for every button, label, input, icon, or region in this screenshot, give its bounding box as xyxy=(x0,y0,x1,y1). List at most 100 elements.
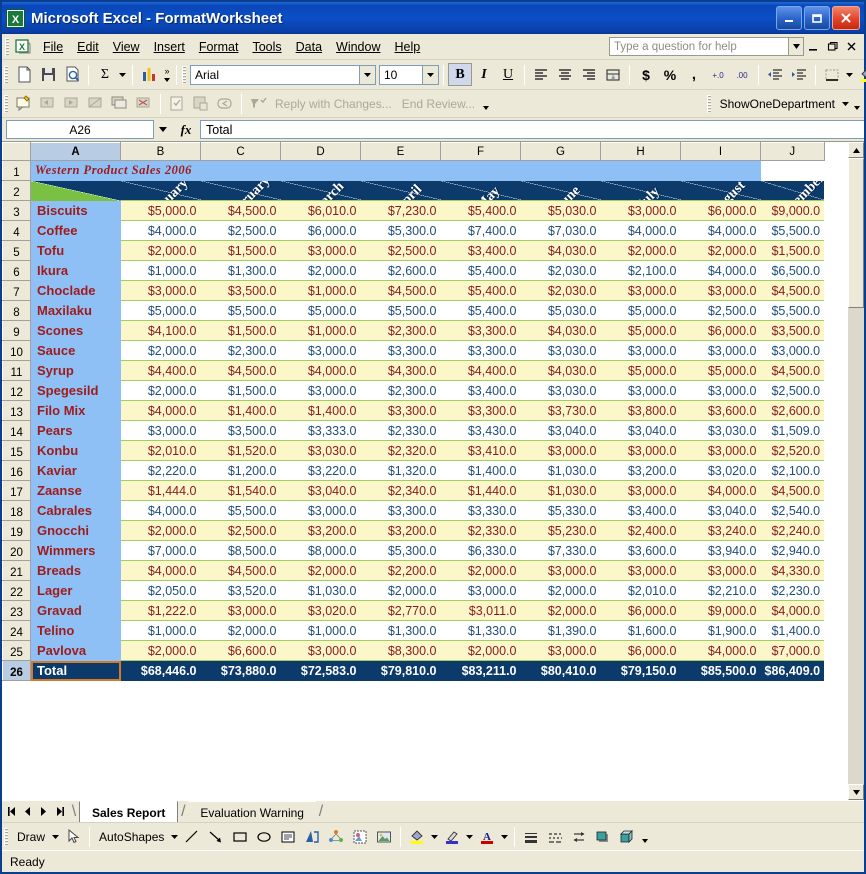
sales-value-cell[interactable]: $8,500.0 xyxy=(200,540,281,561)
product-name-cell[interactable]: Wimmers xyxy=(30,540,121,561)
product-name-cell[interactable]: Zaanse xyxy=(30,480,121,501)
product-name-cell[interactable]: Filo Mix xyxy=(30,400,121,421)
sales-value-cell[interactable]: $1,400.0 xyxy=(200,400,281,421)
sales-value-cell[interactable]: $2,500.0 xyxy=(200,520,281,541)
menu-view[interactable]: View xyxy=(106,37,147,57)
sales-value-cell[interactable]: $9,000.0 xyxy=(680,600,761,621)
delete-comment-button[interactable] xyxy=(132,92,156,115)
sales-value-cell[interactable]: $2,240.0 xyxy=(760,520,825,541)
row-header-15[interactable]: 15 xyxy=(2,440,31,461)
insert-function-icon[interactable]: fx xyxy=(172,122,200,138)
sales-value-cell[interactable]: $2,000.0 xyxy=(200,620,281,641)
product-name-cell[interactable]: Scones xyxy=(30,320,121,341)
sales-value-cell[interactable]: $4,300.0 xyxy=(360,360,441,381)
row-header-5[interactable]: 5 xyxy=(2,240,31,261)
product-name-cell[interactable]: Spegesild xyxy=(30,380,121,401)
next-sheet-button[interactable] xyxy=(36,803,51,820)
sales-value-cell[interactable]: $4,500.0 xyxy=(760,480,825,501)
sales-value-cell[interactable]: $2,940.0 xyxy=(760,540,825,561)
month-header-cell-february[interactable]: February xyxy=(200,180,281,201)
month-header-cell-january[interactable]: January xyxy=(120,180,201,201)
update-file-button[interactable] xyxy=(189,92,213,115)
sales-value-cell[interactable]: $2,000.0 xyxy=(600,240,681,261)
create-task-button[interactable] xyxy=(165,92,189,115)
column-header-d[interactable]: D xyxy=(280,142,361,161)
minimize-button[interactable] xyxy=(776,6,802,30)
sales-value-cell[interactable]: $3,000.0 xyxy=(600,380,681,401)
total-value-cell[interactable]: $79,810.0 xyxy=(360,660,441,681)
sales-value-cell[interactable]: $4,500.0 xyxy=(200,200,281,221)
column-header-a[interactable]: A xyxy=(30,142,121,161)
sales-value-cell[interactable]: $2,000.0 xyxy=(120,240,201,261)
name-box-dropdown-icon[interactable] xyxy=(154,120,172,139)
select-all-corner[interactable] xyxy=(2,142,31,161)
first-sheet-button[interactable] xyxy=(4,803,19,820)
font-size-dropdown-icon[interactable] xyxy=(423,64,439,85)
row-header-19[interactable]: 19 xyxy=(2,520,31,541)
product-name-cell[interactable]: Pears xyxy=(30,420,121,441)
product-name-cell[interactable]: Biscuits xyxy=(30,200,121,221)
sales-value-cell[interactable]: $5,000.0 xyxy=(120,300,201,321)
product-name-cell[interactable]: Maxilaku xyxy=(30,300,121,321)
sales-value-cell[interactable]: $7,330.0 xyxy=(520,540,601,561)
product-name-cell[interactable]: Tofu xyxy=(30,240,121,261)
oval-button[interactable] xyxy=(252,825,276,848)
sales-value-cell[interactable]: $1,500.0 xyxy=(200,240,281,261)
row-header-1[interactable]: 1 xyxy=(2,160,31,181)
sales-value-cell[interactable]: $3,000.0 xyxy=(760,340,825,361)
sales-value-cell[interactable]: $1,200.0 xyxy=(200,460,281,481)
doc-restore-button[interactable] xyxy=(823,37,842,56)
standard-toolbar-options-icon[interactable]: » xyxy=(161,63,172,86)
row-header-26[interactable]: 26 xyxy=(2,660,31,681)
sales-value-cell[interactable]: $2,030.0 xyxy=(520,260,601,281)
sales-value-cell[interactable]: $4,000.0 xyxy=(120,220,201,241)
ask-a-question-input[interactable]: Type a question for help xyxy=(609,37,789,56)
macro-dropdown-icon[interactable] xyxy=(840,92,851,115)
show-all-comments-button[interactable] xyxy=(108,92,132,115)
sales-value-cell[interactable]: $2,010.0 xyxy=(120,440,201,461)
sales-value-cell[interactable]: $2,000.0 xyxy=(120,340,201,361)
total-value-cell[interactable]: $86,409.0 xyxy=(760,660,825,681)
sales-value-cell[interactable]: $3,330.0 xyxy=(440,500,521,521)
reviewing-toolbar-options-icon[interactable] xyxy=(480,92,491,115)
sales-value-cell[interactable]: $2,000.0 xyxy=(440,640,521,661)
name-box[interactable]: A26 xyxy=(6,120,154,139)
sales-value-cell[interactable]: $2,000.0 xyxy=(520,580,601,601)
sales-value-cell[interactable]: $1,400.0 xyxy=(440,460,521,481)
sales-value-cell[interactable]: $5,400.0 xyxy=(440,260,521,281)
menu-data[interactable]: Data xyxy=(289,37,329,57)
sales-value-cell[interactable]: $1,330.0 xyxy=(440,620,521,641)
sales-value-cell[interactable]: $3,000.0 xyxy=(520,560,601,581)
sales-value-cell[interactable]: $2,320.0 xyxy=(360,440,441,461)
macro-toolbar-options-icon[interactable] xyxy=(851,92,862,115)
sales-value-cell[interactable]: $3,400.0 xyxy=(440,240,521,261)
fill-color-button[interactable] xyxy=(405,825,429,848)
text-box-button[interactable] xyxy=(276,825,300,848)
sales-value-cell[interactable]: $4,000.0 xyxy=(600,220,681,241)
save-button[interactable] xyxy=(36,63,60,86)
column-header-b[interactable]: B xyxy=(120,142,201,161)
sales-value-cell[interactable]: $2,300.0 xyxy=(360,320,441,341)
menu-edit[interactable]: Edit xyxy=(70,37,106,57)
sales-value-cell[interactable]: $3,600.0 xyxy=(600,540,681,561)
doc-close-button[interactable] xyxy=(842,37,861,56)
row-header-17[interactable]: 17 xyxy=(2,480,31,501)
ask-a-question-dropdown-icon[interactable] xyxy=(789,37,804,56)
borders-button[interactable] xyxy=(820,63,844,86)
sales-value-cell[interactable]: $2,000.0 xyxy=(280,260,361,281)
line-color-dropdown-icon[interactable] xyxy=(464,825,475,848)
sales-value-cell[interactable]: $2,500.0 xyxy=(200,220,281,241)
sales-value-cell[interactable]: $2,400.0 xyxy=(600,520,681,541)
line-color-button[interactable] xyxy=(440,825,464,848)
total-value-cell[interactable]: $79,150.0 xyxy=(600,660,681,681)
align-center-button[interactable] xyxy=(553,63,577,86)
diagram-button[interactable] xyxy=(324,825,348,848)
product-name-cell[interactable]: Lager xyxy=(30,580,121,601)
wordart-button[interactable] xyxy=(300,825,324,848)
total-value-cell[interactable]: $83,211.0 xyxy=(440,660,521,681)
sales-value-cell[interactable]: $3,040.0 xyxy=(520,420,601,441)
macro-toolbar-grip[interactable] xyxy=(706,94,711,113)
sales-value-cell[interactable]: $3,300.0 xyxy=(440,320,521,341)
sales-value-cell[interactable]: $1,000.0 xyxy=(120,260,201,281)
sales-value-cell[interactable]: $5,330.0 xyxy=(520,500,601,521)
